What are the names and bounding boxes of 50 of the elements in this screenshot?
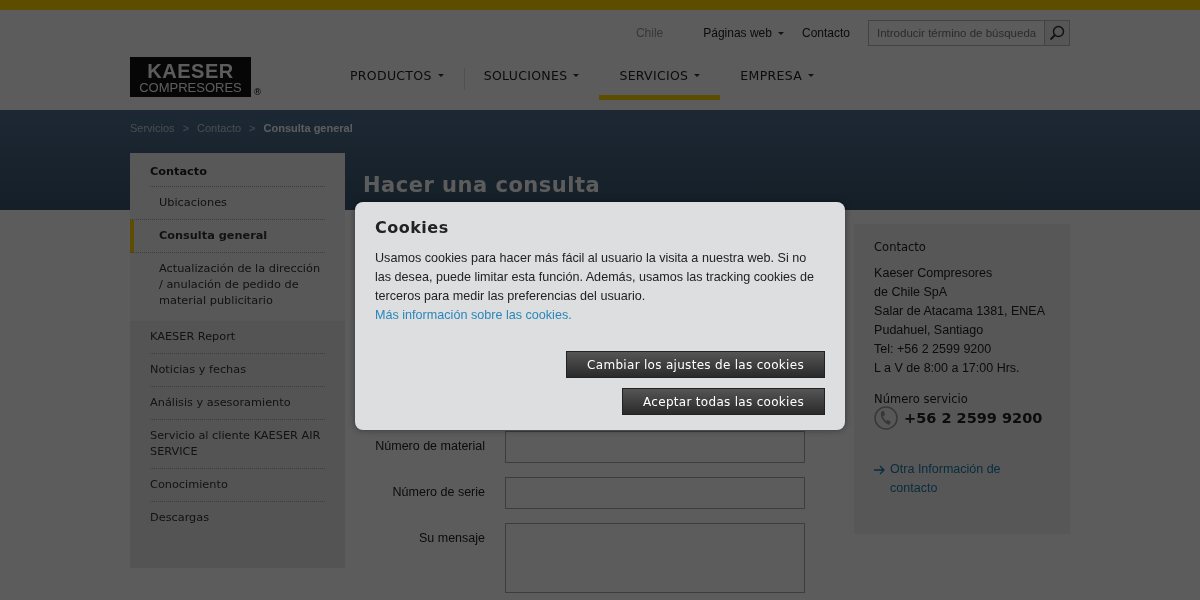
sidebar-item[interactable]: KAESER Report [150,321,325,354]
top-link[interactable]: Páginas web [703,26,784,40]
sidebar-item[interactable]: Servicio al cliente KAESER AIR SERVICE [150,420,325,469]
caret-icon [694,74,701,77]
search-icon [1049,25,1065,41]
cookie-info-link[interactable]: Más información sobre las cookies. [375,308,572,322]
field-label: Su mensaje [418,530,486,545]
address-line: Pudahuel, Santiago [874,322,985,339]
arrow-icon [874,465,887,475]
top-link[interactable]: Contacto [801,26,850,40]
caret-icon [573,74,580,77]
breadcrumb-link[interactable]: Consulta general [263,122,353,153]
panel-title: Contacto [874,240,927,254]
cookie-button[interactable]: Aceptar todas las cookies [622,388,825,415]
nav-tab[interactable]: SOLUCIONES [463,56,600,100]
registered-mark: ® [253,87,262,97]
caret-icon [808,74,814,77]
service-label: Número servicio [874,392,969,406]
sidebar-subitem[interactable]: Actualización de la dirección / anulación de pedido de material publicitario [130,253,325,317]
company-logo[interactable]: KAESER COMPRESORES [130,57,251,97]
nav-tab[interactable]: SERVICIOS [599,56,721,100]
address-line: Kaeser Compresores [874,265,994,282]
sidebar-subitem[interactable]: Ubicaciones [130,187,325,220]
search-button[interactable] [1044,20,1070,46]
sidebar-item[interactable]: Contacto [150,165,325,187]
dialog-title: Cookies [375,218,450,237]
breadcrumb-separator: > [249,122,256,136]
input-field[interactable] [505,477,805,509]
sidebar-item[interactable]: Análisis y asesoramiento [150,387,325,420]
message-field[interactable] [505,523,805,593]
cookie-text: Usamos cookies para hacer más fácil al usuario la visita a nuestra web. Si no las desea, puede limitar esta función. Además, usamos las tracking cookies de terceros para medir las preferencias del usuario. Más información sobre las cookies. [375,250,815,324]
contact-link[interactable]: Otra Información de contacto [874,460,1050,498]
address-line: de Chile SpA [874,284,949,301]
address-line: Salar de Atacama 1381, ENEA [874,303,1047,320]
field-label: Número de material [374,438,486,453]
sidebar-item[interactable]: Conocimiento [150,469,325,502]
nav-tab[interactable]: PRODUCTOS [330,56,464,100]
address-line: Tel: +56 2 2599 9200 [874,341,993,358]
breadcrumb-separator: > [182,122,190,136]
caret-icon [437,74,444,77]
cookie-button[interactable]: Cambiar los ajustes de las cookies [566,351,825,378]
service-phone: +56 2 2599 9200 [904,410,1043,426]
phone-icon [874,406,899,430]
address-line: L a V de 8:00 a 17:00 Hrs. [874,360,1021,377]
page-title: Hacer una consulta [363,173,601,197]
field-label: Número de serie [391,484,486,499]
input-field[interactable] [505,431,805,463]
sidebar-item[interactable]: Descargas [150,502,325,534]
nav-tab[interactable]: EMPRESA [720,56,834,100]
sidebar-item[interactable]: Noticias y fechas [150,354,325,387]
